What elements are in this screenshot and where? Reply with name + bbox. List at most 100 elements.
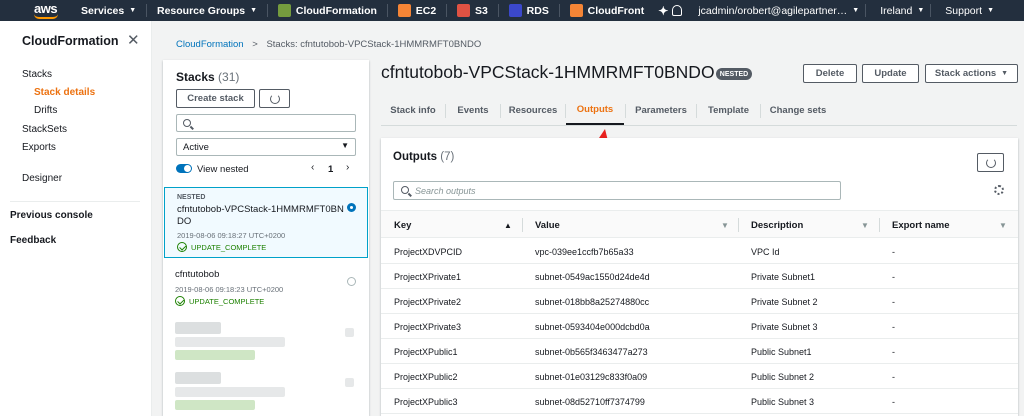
- tab-parameters[interactable]: Parameters: [626, 96, 696, 125]
- sidebar-title: CloudFormation: [22, 34, 119, 48]
- sidebar-item-stacks[interactable]: Stacks: [22, 69, 52, 80]
- stack-name: cfntutobob-VPCStack-1HMMRMFT0BNDO: [177, 204, 344, 227]
- next-page-icon[interactable]: ›: [346, 162, 349, 173]
- sidebar-item-designer[interactable]: Designer: [22, 173, 62, 184]
- cell-description: Private Subnet 2: [751, 296, 818, 307]
- breadcrumb-root[interactable]: CloudFormation: [176, 39, 244, 50]
- cell-key: ProjectXPublic1: [394, 346, 458, 357]
- aws-smile-icon: [34, 14, 58, 19]
- create-stack-button[interactable]: Create stack: [176, 89, 255, 108]
- tab-template[interactable]: Template: [697, 96, 760, 125]
- gear-icon[interactable]: [994, 185, 1004, 195]
- blurred-stack-status: [175, 400, 255, 410]
- tab-stack-info[interactable]: Stack info: [381, 96, 445, 125]
- nested-badge: NESTED: [716, 68, 752, 80]
- shortcut-label: RDS: [526, 4, 549, 17]
- tab-outputs[interactable]: Outputs: [566, 96, 624, 125]
- services-menu[interactable]: Services ▼: [71, 0, 146, 21]
- column-divider: [738, 218, 739, 232]
- cell-export-name: -: [892, 321, 895, 332]
- sidebar-item-stack-details[interactable]: Stack details: [34, 87, 95, 98]
- prev-page-icon[interactable]: ‹: [311, 162, 314, 173]
- bell-icon[interactable]: [672, 5, 683, 16]
- caret-down-icon: ▼: [852, 7, 860, 14]
- check-circle-icon: [175, 296, 185, 306]
- column-value[interactable]: Value: [535, 211, 560, 239]
- shortcut-label: CloudFormation: [295, 4, 377, 17]
- pin-icon[interactable]: ✦: [654, 0, 672, 21]
- aws-logo[interactable]: aws: [0, 0, 58, 21]
- stack-radio-selected[interactable]: [347, 203, 356, 212]
- tab-change-sets[interactable]: Change sets: [761, 96, 835, 125]
- cell-value: vpc-039ee1ccfb7b65a33: [535, 246, 634, 257]
- shortcut-rds[interactable]: RDS: [499, 0, 559, 21]
- resource-groups-menu[interactable]: Resource Groups ▼: [147, 0, 267, 21]
- close-icon[interactable]: ✕: [127, 31, 140, 49]
- column-description[interactable]: Description: [751, 211, 803, 239]
- view-nested-toggle[interactable]: [176, 164, 192, 173]
- sidebar-item-previous-console[interactable]: Previous console: [10, 210, 93, 221]
- table-row: ProjectXPublic3 subnet-08d52710ff7374799…: [381, 389, 1018, 414]
- shortcut-s3[interactable]: S3: [447, 0, 498, 21]
- stack-status-select[interactable]: Active ▼: [176, 138, 356, 156]
- column-key[interactable]: Key: [394, 211, 411, 239]
- stack-radio[interactable]: [347, 277, 356, 286]
- stacks-search-input[interactable]: [176, 114, 356, 132]
- shortcut-label: S3: [475, 4, 488, 17]
- tab-events[interactable]: Events: [446, 96, 500, 125]
- services-label: Services: [81, 4, 125, 17]
- blurred-stack-date: [175, 337, 285, 347]
- cell-export-name: -: [892, 246, 895, 257]
- stack-status: UPDATE_COMPLETE: [175, 296, 264, 306]
- shortcut-cloudfront[interactable]: CloudFront: [560, 0, 655, 21]
- view-nested-label: View nested: [197, 164, 249, 175]
- stack-item[interactable]: cfntutobob 2019-08-06 09:18:23 UTC+0200 …: [163, 265, 369, 317]
- region-label: Ireland: [880, 4, 913, 17]
- account-menu[interactable]: jcadmin/orobert@agilepartner… ▼: [692, 0, 865, 21]
- cell-key: ProjectXPublic3: [394, 396, 458, 407]
- tab-resources[interactable]: Resources: [501, 96, 565, 125]
- cell-description: Public Subnet 2: [751, 371, 815, 382]
- stack-date: 2019-08-06 09:18:27 UTC+0200: [177, 231, 286, 240]
- cell-value: subnet-018bb8a25274880cc: [535, 296, 650, 307]
- sort-caret-icon[interactable]: ▼: [721, 221, 729, 230]
- sidebar-item-exports[interactable]: Exports: [22, 142, 56, 153]
- blurred-stack-status: [175, 350, 255, 360]
- column-export-name[interactable]: Export name: [892, 211, 950, 239]
- stack-item-selected[interactable]: NESTED cfntutobob-VPCStack-1HMMRMFT0BNDO…: [164, 187, 368, 258]
- outputs-search-input[interactable]: Search outputs: [393, 181, 841, 200]
- support-menu[interactable]: Support ▼: [931, 0, 1024, 21]
- cloudfront-icon: [569, 4, 583, 17]
- support-label: Support: [945, 4, 983, 17]
- refresh-stacks-button[interactable]: [259, 89, 290, 108]
- shortcut-cloudformation[interactable]: CloudFormation: [268, 0, 387, 21]
- cell-value: subnet-0593404e000dcbd0a: [535, 321, 650, 332]
- caret-down-icon: ▼: [250, 7, 258, 14]
- update-button[interactable]: Update: [862, 64, 919, 83]
- s3-icon: [457, 4, 470, 17]
- sort-ascending-icon[interactable]: ▲: [504, 221, 512, 230]
- caret-down-icon: ▼: [341, 141, 349, 150]
- sidebar-item-feedback[interactable]: Feedback: [10, 235, 56, 246]
- cell-value: subnet-01e03129c833f0a09: [535, 371, 648, 382]
- shortcut-ec2[interactable]: EC2: [388, 0, 446, 21]
- page-number[interactable]: 1: [328, 164, 333, 175]
- caret-down-icon: ▼: [129, 7, 137, 14]
- sidebar-item-stacksets[interactable]: StackSets: [22, 124, 67, 135]
- sort-caret-icon[interactable]: ▼: [861, 221, 869, 230]
- table-row: ProjectXPrivate3 subnet-0593404e000dcbd0…: [381, 314, 1018, 339]
- check-circle-icon: [177, 242, 187, 252]
- sort-caret-icon[interactable]: ▼: [999, 221, 1007, 230]
- stack-actions-button[interactable]: Stack actions ▼: [925, 64, 1018, 83]
- outputs-table-header: Key ▲ Value ▼ Description ▼ Export name …: [381, 210, 1018, 238]
- region-menu[interactable]: Ireland ▼: [866, 0, 930, 21]
- cell-key: ProjectXPrivate2: [394, 296, 462, 307]
- shortcut-label: EC2: [415, 4, 437, 17]
- sidebar-item-drifts[interactable]: Drifts: [34, 105, 57, 116]
- cell-export-name: -: [892, 271, 895, 282]
- cell-value: subnet-0b565f3463477a273: [535, 346, 648, 357]
- table-row: ProjectXPublic1 subnet-0b565f3463477a273…: [381, 339, 1018, 364]
- delete-button[interactable]: Delete: [803, 64, 857, 83]
- refresh-outputs-button[interactable]: [977, 153, 1004, 172]
- cell-key: ProjectXDVPCID: [394, 246, 463, 257]
